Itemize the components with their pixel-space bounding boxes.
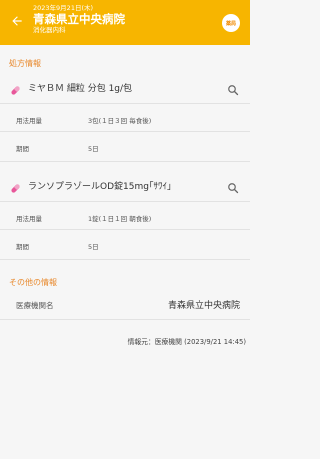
divider (0, 259, 250, 260)
dosage-row: 用法用量 3包(１日３回 毎食後) (0, 109, 250, 131)
divider (0, 131, 250, 132)
period-row: 期間 5日 (0, 235, 250, 257)
medication-name: ランソプラゾールOD錠15mg｢ｻﾜｲ｣ (28, 182, 172, 192)
search-icon[interactable] (227, 81, 239, 96)
period-label: 期間 (16, 243, 29, 251)
medication-row: ランソプラゾールOD錠15mg｢ｻﾜｲ｣ (0, 173, 250, 199)
medication-name: ミヤＢＭ 細粒 分包 1g/包 (28, 84, 133, 94)
period-label: 期間 (16, 145, 29, 153)
divider (0, 319, 250, 320)
pill-icon (9, 180, 22, 193)
divider (0, 229, 250, 230)
institution-label: 医療機関名 (16, 301, 54, 310)
app-header: 2023年9月21日(木) 青森県立中央病院 消化器内科 薬局 (0, 0, 250, 45)
section-label-other: その他の情報 (9, 278, 57, 287)
period-row: 期間 5日 (0, 137, 250, 159)
hospital-title: 青森県立中央病院 (33, 12, 125, 26)
divider (0, 103, 250, 104)
visit-date: 2023年9月21日(木) (33, 4, 94, 12)
pharmacy-badge: 薬局 (222, 14, 240, 32)
divider (0, 161, 250, 162)
search-icon[interactable] (227, 179, 239, 194)
period-value: 5日 (88, 145, 99, 153)
medication-row: ミヤＢＭ 細粒 分包 1g/包 (0, 75, 250, 101)
period-value: 5日 (88, 243, 99, 251)
institution-row: 医療機関名 青森県立中央病院 (0, 294, 250, 316)
dosage-row: 用法用量 1錠(１日１回 朝食後) (0, 207, 250, 229)
source-info: 情報元：医療機関 (2023/9/21 14:45) (127, 338, 246, 346)
dosage-label: 用法用量 (16, 215, 42, 223)
dosage-label: 用法用量 (16, 117, 42, 125)
divider (0, 201, 250, 202)
pill-icon (9, 82, 22, 95)
section-label-prescription: 処方情報 (9, 59, 41, 68)
dosage-value: 1錠(１日１回 朝食後) (88, 215, 152, 223)
dosage-value: 3包(１日３回 毎食後) (88, 117, 152, 125)
department-name: 消化器内科 (33, 26, 66, 34)
institution-value: 青森県立中央病院 (167, 301, 240, 311)
back-arrow-icon[interactable] (9, 13, 25, 29)
